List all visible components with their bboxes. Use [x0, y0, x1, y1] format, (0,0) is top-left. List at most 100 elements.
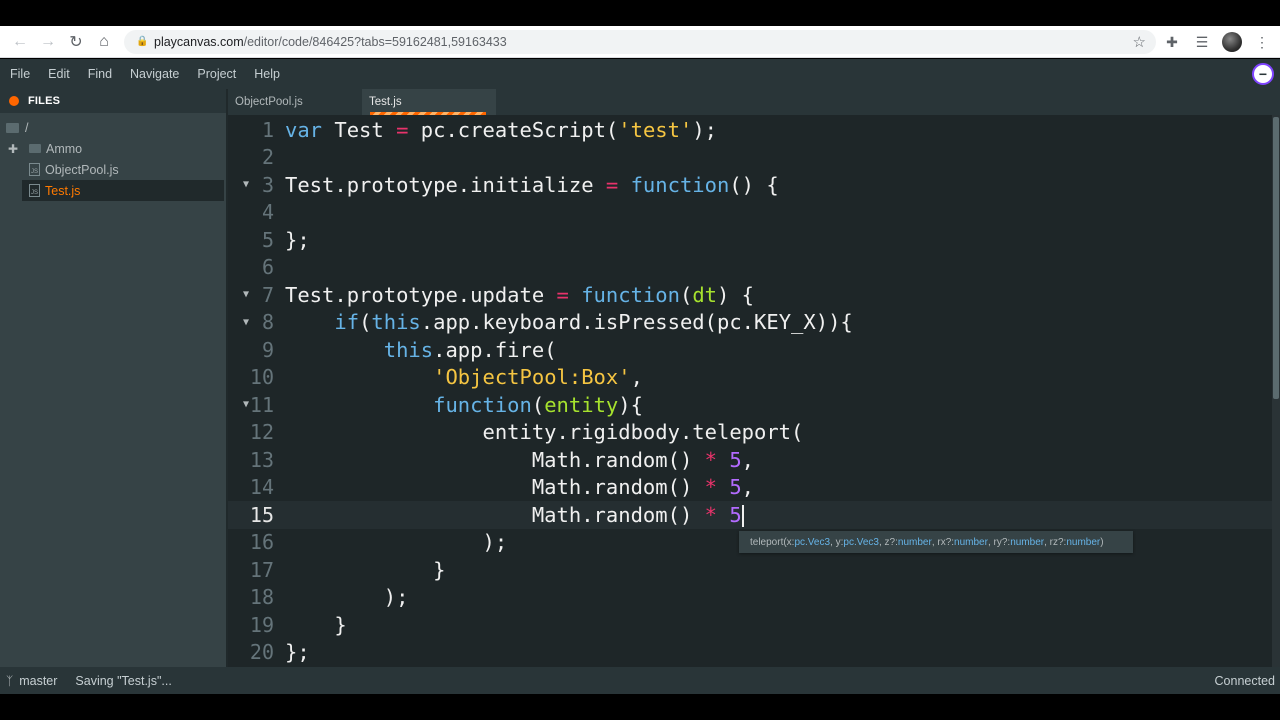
home-icon[interactable]: ⌂	[90, 28, 118, 56]
line-number: 12	[249, 420, 274, 445]
profile-avatar[interactable]	[1222, 32, 1242, 52]
tab-label: Test.js	[369, 96, 402, 108]
menu-find[interactable]: Find	[79, 67, 121, 81]
line-number: 18	[249, 585, 274, 610]
line-number: 17	[249, 557, 274, 582]
files-panel: FILES / ✚ Ammo JS ObjectPool.js JS Test.…	[0, 89, 228, 667]
code-line[interactable]: 18 );	[228, 584, 1272, 612]
tooltip-type: number	[954, 536, 988, 548]
code-line[interactable]: 20 };	[228, 639, 1272, 667]
code-line[interactable]: 6	[228, 254, 1272, 282]
tree-item-ammo[interactable]: ✚ Ammo	[0, 138, 226, 159]
bookmark-star-icon[interactable]: ☆	[1133, 33, 1146, 51]
code-token: 'ObjectPool:Box'	[433, 365, 631, 390]
line-number: 6	[261, 255, 274, 280]
letterbox-top	[0, 0, 1280, 26]
folder-icon	[6, 122, 19, 133]
code-line[interactable]: 12 entity.rigidbody.teleport(	[228, 419, 1272, 447]
code-line[interactable]: 13 Math.random() * 5,	[228, 446, 1272, 474]
status-bar: ᛉ master Saving "Test.js"... Connected	[0, 667, 1280, 694]
line-number: 3	[261, 172, 274, 197]
tree-item-objectpool[interactable]: JS ObjectPool.js	[0, 159, 226, 180]
line-number: 4	[261, 200, 274, 225]
extensions-puzzle-icon[interactable]: ✚	[1162, 30, 1182, 54]
code-line[interactable]: 2	[228, 144, 1272, 172]
tree-root[interactable]: /	[0, 117, 226, 138]
tooltip-text: , z?:	[879, 536, 898, 548]
reload-icon[interactable]: ↻	[62, 28, 90, 56]
expand-plus-icon[interactable]: ✚	[8, 142, 18, 156]
js-file-icon: JS	[29, 184, 40, 197]
tab-test[interactable]: Test.js	[362, 89, 496, 115]
code-token: Math.random()	[285, 447, 705, 472]
code-token: =	[605, 172, 619, 197]
tooltip-text: )	[1100, 536, 1104, 548]
code-line[interactable]: 4	[228, 199, 1272, 227]
line-number: 14	[249, 475, 274, 500]
code-line[interactable]: 1 var Test = pc.createScript('test');	[228, 116, 1272, 144]
line-number: 7	[261, 282, 274, 307]
code-line[interactable]: 10 'ObjectPool:Box',	[228, 364, 1272, 392]
menu-edit[interactable]: Edit	[39, 67, 79, 81]
code-text: );	[285, 585, 409, 610]
address-bar[interactable]: 🔒 playcanvas.com/editor/code/846425?tabs…	[124, 30, 1156, 54]
editor-scrollbar[interactable]	[1272, 115, 1280, 667]
editor-tabbar: ObjectPool.js Test.js	[228, 89, 1280, 115]
code-line[interactable]: 9 this.app.fire(	[228, 336, 1272, 364]
menu-help[interactable]: Help	[245, 67, 289, 81]
media-queue-icon[interactable]: ☰	[1192, 30, 1212, 54]
code-token: ){	[618, 392, 643, 417]
tooltip-type: pc.Vec3	[843, 536, 879, 548]
forward-arrow-icon[interactable]: →	[34, 28, 62, 56]
collapse-minus-icon[interactable]: −	[1252, 63, 1274, 85]
code-text: }	[285, 557, 446, 582]
code-token: pc.createScript(	[408, 117, 619, 142]
code-token: 5	[729, 502, 742, 527]
line-number: 20	[249, 640, 274, 665]
code-line[interactable]: ▼ 3 Test.prototype.initialize = function…	[228, 171, 1272, 199]
tooltip-type: pc.Vec3	[794, 536, 831, 548]
code-line[interactable]: 17 }	[228, 556, 1272, 584]
back-arrow-icon[interactable]: ←	[6, 28, 34, 56]
code-line[interactable]: ▼ 11 function(entity){	[228, 391, 1272, 419]
code-line[interactable]: 14 Math.random() * 5,	[228, 474, 1272, 502]
code-line-current[interactable]: 15 Math.random() * 5	[228, 501, 1272, 529]
tab-label: ObjectPool.js	[235, 96, 303, 108]
code-line[interactable]: 19 }	[228, 611, 1272, 639]
code-token: function	[433, 392, 532, 417]
code-line[interactable]: ▼ 7 Test.prototype.update = function(dt)…	[228, 281, 1272, 309]
code-token: entity	[544, 392, 619, 417]
url-path: /editor/code/846425?tabs=59162481,591634…	[243, 35, 507, 49]
tooltip-text: , rx?:	[931, 536, 955, 548]
code-token: (	[531, 392, 545, 417]
code-editor[interactable]: 1 var Test = pc.createScript('test'); 2 …	[228, 115, 1280, 667]
line-number: 9	[261, 337, 274, 362]
code-text: };	[285, 640, 310, 665]
tree-item-test[interactable]: JS Test.js	[22, 180, 224, 201]
more-menu-icon[interactable]: ⋮	[1252, 30, 1272, 54]
code-token: Test.prototype.initialize	[285, 172, 606, 197]
code-token: this	[383, 337, 434, 362]
code-line[interactable]: 5 };	[228, 226, 1272, 254]
tab-objectpool[interactable]: ObjectPool.js	[228, 89, 362, 115]
code-token: ,	[741, 475, 755, 500]
code-token: 'test'	[618, 117, 693, 142]
menu-file[interactable]: File	[0, 67, 39, 81]
code-token: =	[396, 117, 409, 142]
menu-navigate[interactable]: Navigate	[121, 67, 188, 81]
code-token: function	[630, 172, 730, 197]
code-token: () {	[729, 172, 779, 197]
scrollbar-thumb[interactable]	[1273, 117, 1279, 399]
menu-project[interactable]: Project	[188, 67, 245, 81]
code-line[interactable]: ▼ 8 if(this.app.keyboard.isPressed(pc.KE…	[228, 309, 1272, 337]
tooltip-text: , y:	[830, 536, 844, 548]
line-number: 11	[249, 392, 274, 417]
code-token: (	[359, 310, 372, 335]
branch-name[interactable]: master	[19, 674, 57, 688]
code-token: 5	[729, 447, 742, 472]
files-collapse-icon[interactable]	[9, 96, 19, 106]
